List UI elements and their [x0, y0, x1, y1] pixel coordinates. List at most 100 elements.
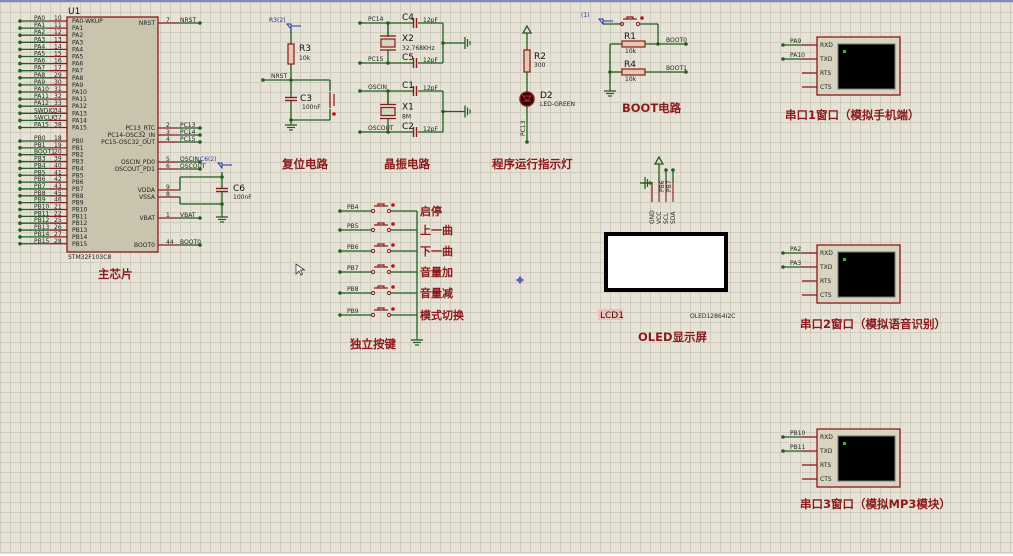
pin-number: 11	[54, 22, 62, 29]
pin-number: 32	[54, 93, 62, 100]
reset-button-icon	[329, 92, 335, 108]
net-label: PA10	[790, 52, 805, 59]
button-state-dot	[391, 285, 395, 289]
net-label: BOOT0	[180, 239, 201, 246]
voltage-probe-icon	[216, 162, 232, 170]
net-label: PB4	[347, 204, 359, 211]
pin-terminal	[18, 47, 22, 52]
x2-value: 32.768KHz	[402, 45, 435, 52]
oled-pin-name: SCL	[663, 212, 670, 224]
pin-name: PC15-OSC32_OUT	[101, 139, 155, 146]
r2-ref: R2	[534, 52, 546, 62]
pin-terminal	[18, 26, 22, 30]
mouse-cursor-icon	[295, 263, 306, 276]
net-label: PA9	[34, 79, 45, 86]
buttons-caption: 独立按键	[350, 337, 396, 351]
net-terminal	[781, 251, 785, 255]
r1-value: 10k	[625, 48, 637, 55]
pin-terminal	[18, 221, 22, 225]
net-label: PA1	[34, 22, 45, 29]
pin-terminal	[18, 146, 22, 150]
button-function-label: 音量减	[420, 286, 453, 300]
net-label: BOOT0	[666, 37, 687, 44]
oled-ref: LCD1	[600, 311, 624, 321]
net-terminal	[781, 435, 785, 439]
pin-name: PB15	[72, 241, 88, 248]
net-terminal	[338, 209, 342, 213]
r4-ref: R4	[624, 60, 636, 70]
net-label: PA11	[34, 93, 49, 100]
pin-number: 29	[54, 72, 62, 79]
oled-display	[604, 232, 728, 292]
button-state-dot	[332, 112, 336, 116]
pin-terminal	[18, 90, 22, 94]
button-function-label: 启停	[420, 204, 442, 218]
switch-contact	[635, 21, 641, 27]
terminal-pin-name: CTS	[820, 476, 832, 483]
pin-terminal	[18, 241, 22, 246]
net-label: PB5	[347, 223, 359, 230]
junction-dot	[664, 168, 668, 172]
net-label: OSCOUT	[180, 163, 206, 170]
switch-contact	[370, 248, 376, 254]
net-label: PA3	[790, 260, 801, 267]
pin-name: PA13	[72, 110, 87, 117]
pin-terminal	[198, 140, 202, 144]
pin-terminal	[18, 159, 22, 164]
pin-number: 10	[54, 15, 62, 22]
pin-terminal	[18, 207, 22, 212]
pin-number: 16	[54, 58, 62, 65]
x2-ref: X2	[402, 34, 414, 44]
pin-terminal	[18, 76, 22, 80]
net-label: SWDIO	[34, 107, 55, 114]
oled-pin-name: GND	[649, 210, 656, 224]
x1-ref: X1	[402, 103, 414, 113]
pin-terminal	[18, 97, 22, 101]
pin-name: PA3	[72, 39, 83, 46]
pin-terminal	[18, 187, 22, 191]
net-label: PA3	[34, 36, 45, 43]
pin-terminal	[18, 61, 22, 66]
net-label: OSCIN	[180, 156, 199, 163]
net-label: PA15	[34, 122, 49, 129]
pin-number: 8	[166, 191, 170, 198]
r3-value: 10k	[299, 55, 311, 62]
net-label: PA5	[34, 51, 45, 58]
pin-number: 2	[166, 122, 170, 129]
pin-number: 38	[54, 122, 62, 129]
net-terminal	[358, 89, 362, 93]
net-label: PB10	[790, 430, 806, 437]
switch-contact	[386, 227, 392, 233]
terminal-pin-name: RXD	[820, 42, 833, 49]
pin-name: NRST	[139, 20, 155, 27]
crystal-icon	[380, 38, 396, 48]
pin-name: PA5	[72, 54, 83, 61]
pin-terminal	[18, 33, 22, 37]
cap-ref: C4	[402, 13, 414, 23]
terminal-pin-name: TXD	[819, 56, 833, 63]
net-terminal	[358, 61, 362, 65]
pin-number: 3	[166, 129, 170, 136]
terminal-pin-name: RTS	[820, 462, 831, 469]
junction-dot	[441, 41, 445, 45]
schematic-drawing[interactable]: U1STM32F103C8主芯片PA0 10 PA0-WKUPPA1 11 PA1PA2…	[0, 2, 1013, 556]
pin-name: PA12	[72, 103, 87, 110]
terminal-cursor	[843, 50, 846, 53]
pin-terminal	[18, 228, 22, 232]
switch-contact	[386, 248, 392, 254]
pin-terminal	[18, 200, 22, 205]
net-label: OSCOUT	[368, 125, 394, 132]
pin-terminal	[18, 139, 22, 143]
crystal-caption: 晶振电路	[384, 157, 430, 171]
net-label: NRST	[271, 73, 287, 80]
voltage-probe-icon	[285, 23, 301, 31]
schematic-canvas[interactable]: U1 STM32F103C8 主芯片 PA0 10 PA0-WKUP PA1 11 PA1 PA2…	[0, 0, 1013, 554]
pin-name: PA4	[72, 46, 83, 53]
pin-number: 9	[166, 184, 170, 191]
pin-terminal	[18, 83, 22, 87]
pin-name: PC13_RTC	[125, 125, 155, 132]
led-icon	[519, 91, 535, 107]
net-label: PA9	[790, 38, 801, 45]
junction-dot	[220, 175, 224, 179]
pin-terminal	[18, 68, 22, 73]
